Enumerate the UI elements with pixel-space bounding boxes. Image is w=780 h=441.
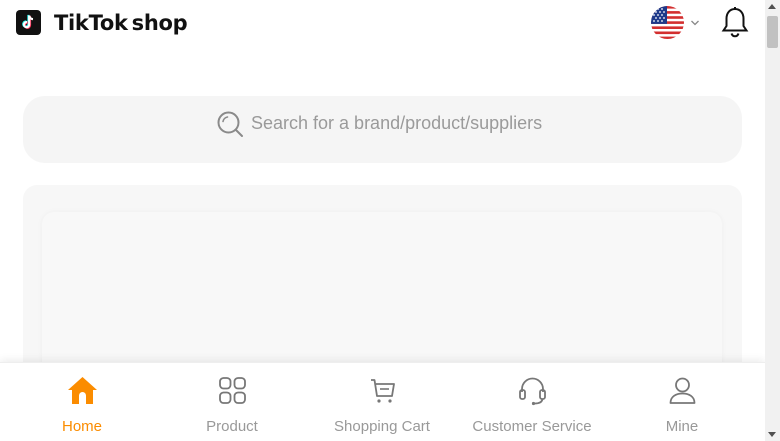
brand-wordmark: TikTok shop xyxy=(54,10,188,35)
nav-label-mine: Mine xyxy=(665,418,699,435)
home-icon xyxy=(67,375,98,406)
scrollbar-thumb[interactable] xyxy=(767,16,778,48)
nav-label-customer-service: Customer Service xyxy=(472,418,592,435)
tiktok-note-icon xyxy=(16,10,41,35)
nav-label-shopping-cart: Shopping Cart xyxy=(334,418,430,435)
nav-item-mine[interactable]: Mine xyxy=(607,363,757,441)
search-placeholder[interactable]: Search for a brand/product/suppliers xyxy=(251,113,542,134)
search-icon xyxy=(216,110,244,138)
nav-item-customer-service[interactable]: Customer Service xyxy=(457,363,607,441)
nav-label-product: Product xyxy=(206,418,258,435)
page-viewport: TikTok shop Search for a brand/product/s… xyxy=(0,0,765,441)
brand-name: TikTok xyxy=(54,10,128,35)
nav-item-shopping-cart[interactable]: Shopping Cart xyxy=(307,363,457,441)
nav-item-product[interactable]: Product xyxy=(157,363,307,441)
grid-icon xyxy=(217,375,248,406)
scroll-down-arrow-icon[interactable] xyxy=(768,432,776,437)
language-selector[interactable] xyxy=(651,6,700,39)
scroll-up-arrow-icon[interactable] xyxy=(768,4,776,9)
bottom-nav: Home Product Shopping Cart Customer Serv… xyxy=(0,362,765,441)
cart-icon xyxy=(367,375,398,406)
bell-icon[interactable] xyxy=(720,6,750,38)
brand-logo[interactable]: TikTok shop xyxy=(16,10,188,35)
app: TikTok shop Search for a brand/product/s… xyxy=(0,0,780,441)
header: TikTok shop xyxy=(0,0,765,48)
user-icon xyxy=(667,375,698,406)
headset-icon xyxy=(517,375,548,406)
nav-item-home[interactable]: Home xyxy=(7,363,157,441)
nav-label-home: Home xyxy=(61,418,102,435)
chevron-down-icon xyxy=(690,14,700,32)
brand-suffix: shop xyxy=(131,10,188,35)
vertical-scrollbar[interactable] xyxy=(765,0,780,441)
us-flag-icon xyxy=(651,6,684,39)
